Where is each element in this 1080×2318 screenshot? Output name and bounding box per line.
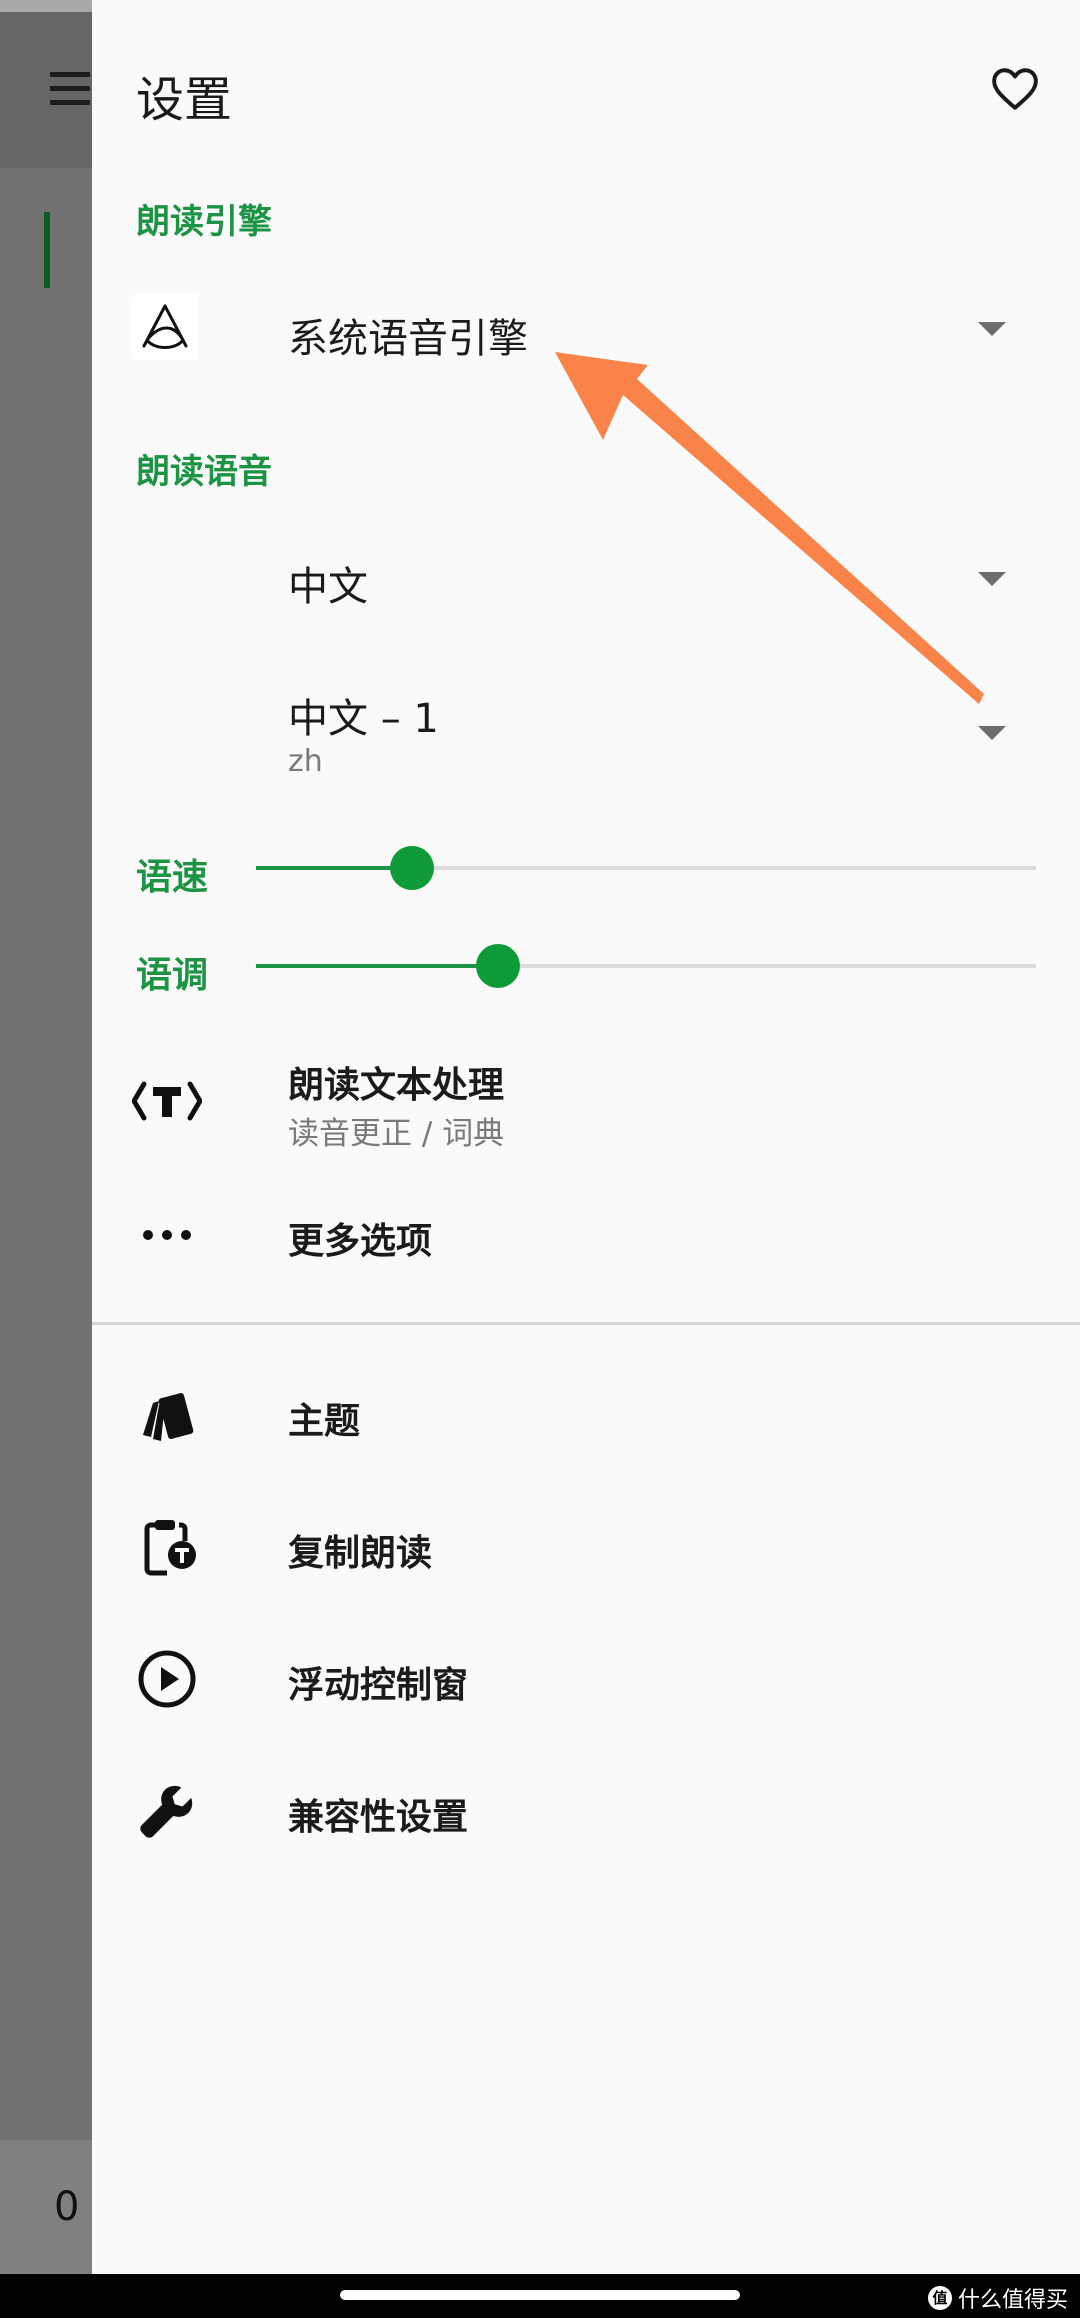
voice-locale-subtitle: zh: [288, 744, 323, 779]
rate-slider-fill: [256, 866, 412, 870]
rate-slider-thumb[interactable]: [390, 846, 434, 890]
hamburger-menu-icon[interactable]: [50, 72, 90, 106]
rate-slider-label: 语速: [136, 857, 209, 898]
copy-read-clipboard-icon: [132, 1512, 202, 1582]
engine-logo-icon: [132, 294, 198, 360]
voice-dropdown-arrow-icon[interactable]: [978, 726, 1006, 740]
engine-section-heading: 朗读引擎: [136, 202, 272, 242]
home-gesture-handle[interactable]: [340, 2290, 740, 2300]
text-processing-label[interactable]: 朗读文本处理: [288, 1056, 504, 1108]
engine-dropdown-arrow-icon[interactable]: [978, 322, 1006, 336]
text-processing-icon: [132, 1066, 202, 1136]
pitch-slider[interactable]: [256, 944, 1036, 988]
language-dropdown-value[interactable]: 中文: [288, 554, 368, 612]
theme-cards-icon: [132, 1380, 202, 1450]
rate-slider[interactable]: [256, 846, 1036, 890]
settings-drawer: 设置 朗读引擎 系统语音引擎 朗读语音 中文 中文 – 1 zh 语速 语调 朗…: [92, 0, 1080, 2274]
theme-item[interactable]: 主题: [288, 1392, 360, 1444]
watermark: 值 什么值得买: [927, 2282, 1068, 2314]
watermark-logo: 值: [927, 2286, 952, 2310]
engine-dropdown-value[interactable]: 系统语音引擎: [288, 306, 528, 364]
wrench-icon: [132, 1776, 202, 1846]
pitch-slider-thumb[interactable]: [475, 944, 520, 988]
voice-dropdown-value[interactable]: 中文 – 1: [288, 686, 439, 744]
language-dropdown-arrow-icon[interactable]: [978, 572, 1006, 586]
copy-read-item[interactable]: 复制朗读: [288, 1524, 432, 1576]
more-options-item[interactable]: 更多选项: [288, 1212, 432, 1264]
background-partial-value: 0: [54, 2184, 80, 2230]
drawer-title: 设置: [136, 72, 233, 128]
section-divider: [92, 1322, 1080, 1325]
background-accent-bar: [44, 212, 50, 288]
more-dots-icon: [132, 1200, 202, 1270]
pitch-slider-label: 语调: [136, 955, 209, 996]
floating-window-item[interactable]: 浮动控制窗: [288, 1656, 468, 1708]
heart-icon[interactable]: [988, 64, 1042, 114]
compatibility-settings-item[interactable]: 兼容性设置: [288, 1788, 468, 1840]
play-circle-icon: [132, 1644, 202, 1714]
voice-section-heading: 朗读语音: [136, 452, 272, 492]
text-processing-subtitle: 读音更正 / 词典: [288, 1116, 505, 1152]
pitch-slider-fill: [256, 964, 498, 968]
watermark-text: 什么值得买: [957, 2288, 1068, 2313]
